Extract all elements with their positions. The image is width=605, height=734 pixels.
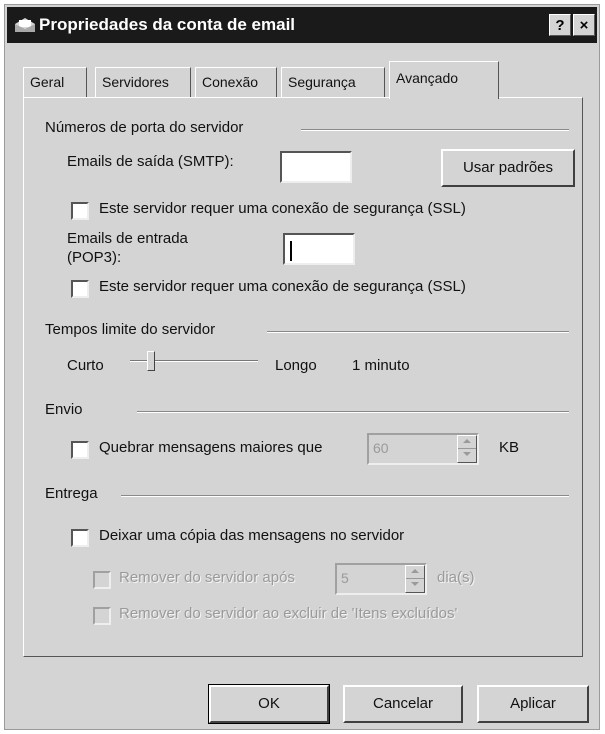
break-messages-checkbox[interactable] — [71, 441, 89, 459]
spin-up-arrow-icon[interactable] — [458, 436, 476, 449]
break-messages-label: Quebrar mensagens maiores que — [99, 439, 323, 456]
ok-button[interactable]: OK — [208, 684, 330, 724]
remove-deleted-checkbox[interactable] — [93, 607, 111, 625]
dialog-title: Propriedades da conta de email — [39, 15, 296, 34]
use-defaults-button[interactable]: Usar padrões — [441, 149, 575, 187]
spin-down-arrow-icon[interactable] — [458, 449, 476, 462]
title-bar: Propriedades da conta de email ? × — [7, 7, 597, 43]
smtp-port-input[interactable] — [280, 151, 352, 183]
remove-after-label: Remover do servidor após — [119, 569, 295, 586]
tab-geral[interactable]: Geral — [23, 67, 87, 97]
leave-copy-checkbox[interactable] — [71, 529, 89, 547]
close-button[interactable]: × — [573, 14, 595, 36]
remove-after-spinner[interactable] — [405, 565, 425, 593]
timeout-slider-thumb[interactable] — [147, 351, 155, 371]
ssl-smtp-checkbox[interactable] — [71, 202, 89, 220]
text-cursor — [290, 241, 292, 261]
group-divider — [301, 129, 569, 131]
tab-servidores[interactable]: Servidores — [95, 67, 191, 97]
pop3-port-label-line1: Emails de entrada — [67, 230, 188, 247]
timeout-long-label: Longo — [275, 357, 317, 374]
account-properties-dialog: Propriedades da conta de email ? × Geral… — [4, 4, 600, 730]
ssl-pop3-label: Este servidor requer uma conexão de segu… — [99, 278, 466, 295]
remove-after-days-unit: dia(s) — [437, 569, 475, 586]
apply-button[interactable]: Aplicar — [477, 685, 589, 723]
spin-down-arrow-icon[interactable] — [406, 579, 424, 592]
pop3-port-label-line2: (POP3): — [67, 249, 122, 266]
timeout-value-label: 1 minuto — [352, 357, 410, 374]
remove-deleted-label: Remover do servidor ao excluir de 'Itens… — [119, 605, 458, 622]
email-account-icon — [15, 18, 35, 32]
remove-after-checkbox[interactable] — [93, 571, 111, 589]
break-size-spinner[interactable] — [457, 435, 477, 463]
group-divider — [137, 411, 569, 413]
ports-group-title: Números de porta do servidor — [45, 119, 244, 136]
timeout-short-label: Curto — [67, 357, 104, 374]
tab-avancado[interactable]: Avançado — [389, 61, 499, 99]
pop3-port-input[interactable] — [283, 233, 355, 265]
group-divider — [267, 331, 569, 333]
break-size-unit: KB — [499, 439, 520, 456]
delivery-group-title: Entrega — [45, 485, 98, 502]
ssl-pop3-checkbox[interactable] — [71, 280, 89, 298]
ssl-smtp-label: Este servidor requer uma conexão de segu… — [99, 200, 466, 217]
smtp-port-label: Emails de saída (SMTP): — [67, 153, 234, 170]
sending-group-title: Envio — [45, 401, 83, 418]
tab-seguranca[interactable]: Segurança — [281, 67, 385, 97]
leave-copy-label: Deixar uma cópia das mensagens no servid… — [99, 527, 405, 544]
help-button[interactable]: ? — [549, 14, 571, 36]
cancel-button[interactable]: Cancelar — [343, 685, 463, 723]
tab-conexao[interactable]: Conexão — [195, 67, 277, 97]
spin-up-arrow-icon[interactable] — [406, 566, 424, 579]
timeouts-group-title: Tempos limite do servidor — [45, 321, 216, 338]
group-divider — [121, 495, 569, 497]
